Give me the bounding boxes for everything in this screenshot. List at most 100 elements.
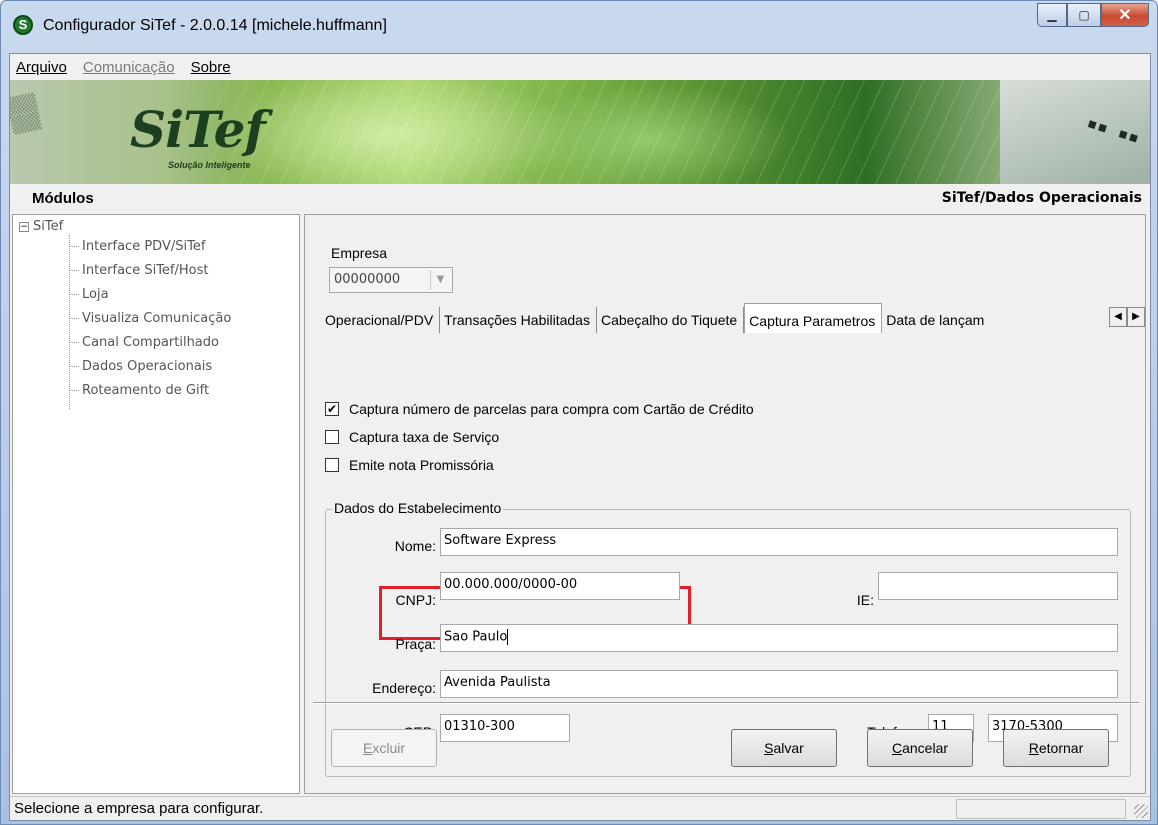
tree-item-visualiza-comunicacao[interactable]: Visualiza Comunicação xyxy=(69,311,231,326)
tree-root-sitef[interactable]: − SiTef xyxy=(19,219,63,234)
menu-comunicacao-label: Comunicação xyxy=(82,58,175,76)
checkbox-nota-promissoria[interactable]: Emite nota Promissória xyxy=(325,457,494,473)
tab-strip: Operacional/PDV Transações Habilitadas C… xyxy=(321,303,1147,335)
endereco-label: Endereço: xyxy=(372,680,436,696)
menu-sobre[interactable]: Sobre xyxy=(191,59,231,76)
cancelar-button[interactable]: Cancelar xyxy=(867,729,973,767)
status-text: Selecione a empresa para configurar. xyxy=(14,800,264,817)
tab-captura-parametros[interactable]: Captura Parametros xyxy=(744,303,883,333)
salvar-mnemonic: S xyxy=(764,740,774,756)
tree-item-interface-pdv[interactable]: Interface PDV/SiTef xyxy=(69,239,205,254)
minimize-button[interactable]: ▁ xyxy=(1037,3,1067,27)
nome-field[interactable]: Software Express xyxy=(440,528,1118,556)
text-caret xyxy=(507,629,509,645)
chevron-down-icon[interactable]: ▼ xyxy=(430,270,450,290)
title-bar[interactable]: S Configurador SiTef - 2.0.0.14 [michele… xyxy=(1,1,1157,53)
salvar-button[interactable]: Salvar xyxy=(731,729,837,767)
checkbox-captura-parcelas[interactable]: ✔ Captura número de parcelas para compra… xyxy=(325,401,754,417)
minimize-icon: ▁ xyxy=(1047,8,1057,22)
praca-field[interactable]: Sao Paulo xyxy=(440,624,1118,652)
tree-item-interface-host[interactable]: Interface SiTef/Host xyxy=(69,263,208,278)
checkbox-label: Emite nota Promissória xyxy=(349,457,494,473)
tree-item-label: Interface SiTef/Host xyxy=(82,263,209,278)
praca-value: Sao Paulo xyxy=(444,629,508,645)
excluir-mnemonic: E xyxy=(362,740,373,756)
tab-scroll-left-icon[interactable]: ◀ xyxy=(1109,307,1127,327)
tab-operacional-pdv[interactable]: Operacional/PDV xyxy=(321,307,441,333)
salvar-label: alvar xyxy=(773,740,804,756)
logo-tagline: Solução Inteligente xyxy=(168,160,251,170)
window-controls: ▁ ▢ ✕ xyxy=(1037,3,1149,27)
close-icon: ✕ xyxy=(1118,7,1132,24)
checkbox-box[interactable] xyxy=(325,458,339,472)
tree-connector xyxy=(69,246,79,247)
tree-item-label: Loja xyxy=(82,287,109,302)
status-panel xyxy=(956,799,1126,819)
endereco-field[interactable]: Avenida Paulista xyxy=(440,670,1118,698)
tree-item-roteamento-gift[interactable]: Roteamento de Gift xyxy=(69,383,209,398)
checkbox-captura-taxa[interactable]: Captura taxa de Serviço xyxy=(325,429,499,445)
empresa-select[interactable]: 00000000 ▼ xyxy=(329,267,453,293)
tab-data-lancamento[interactable]: Data de lançam xyxy=(882,307,1020,333)
tree-connector xyxy=(69,318,79,319)
tree-item-label: Canal Compartilhado xyxy=(82,335,219,350)
tab-transacoes-habilitadas[interactable]: Transações Habilitadas xyxy=(440,307,597,333)
group-title: Dados do Estabelecimento xyxy=(332,500,504,516)
sitef-logo: SiTef xyxy=(130,100,266,159)
client-area: Arquivo Comunicação Sobre ▒▒▒ ▒▒▒ SiTef S… xyxy=(9,53,1151,821)
cancelar-mnemonic: C xyxy=(891,740,903,756)
tree-item-canal-compartilhado[interactable]: Canal Compartilhado xyxy=(69,335,219,350)
tab-cabecalho-tiquete[interactable]: Cabeçalho do Tiquete xyxy=(597,307,745,333)
resize-grip-icon[interactable] xyxy=(1134,804,1148,818)
section-header: Módulos SiTef/Dados Operacionais xyxy=(10,184,1150,212)
logo-area: ▒▒▒ ▒▒▒ SiTef Solução Inteligente xyxy=(10,80,270,184)
cep-field[interactable]: 01310-300 xyxy=(440,714,570,742)
tree-item-label: Roteamento de Gift xyxy=(82,383,210,398)
tree-item-label: Dados Operacionais xyxy=(82,359,213,374)
tree-connector xyxy=(69,366,79,367)
button-separator xyxy=(313,702,1139,704)
collapse-icon[interactable]: − xyxy=(19,221,29,232)
retornar-label: etornar xyxy=(1038,740,1084,756)
tab-page-captura-parametros: ✔ Captura número de parcelas para compra… xyxy=(309,335,1139,777)
app-window: S Configurador SiTef - 2.0.0.14 [michele… xyxy=(0,0,1158,825)
tree-connector xyxy=(69,270,79,271)
tree-connector xyxy=(69,390,79,391)
checkmark-icon[interactable]: ✔ xyxy=(325,402,339,416)
credit-card-graphic: ▪▪ ▪▪ xyxy=(1000,80,1150,184)
checkbox-box[interactable] xyxy=(325,430,339,444)
cancelar-label: ancelar xyxy=(902,740,949,756)
modules-tree: − SiTef Interface PDV/SiTef Interface Si… xyxy=(12,214,300,794)
checkbox-label: Captura taxa de Serviço xyxy=(349,429,500,445)
checkbox-label: Captura número de parcelas para compra c… xyxy=(349,401,754,417)
cnpj-label: CNPJ: xyxy=(395,592,436,608)
menu-bar: Arquivo Comunicação Sobre xyxy=(10,54,1150,80)
cnpj-field[interactable]: 00.000.000/0000-00 xyxy=(440,572,680,600)
close-button[interactable]: ✕ xyxy=(1101,3,1149,27)
maximize-icon: ▢ xyxy=(1078,8,1090,22)
modules-heading: Módulos xyxy=(32,190,94,207)
app-icon[interactable]: S xyxy=(13,15,33,35)
nome-label: Nome: xyxy=(394,538,436,554)
tree-item-label: Visualiza Comunicação xyxy=(82,311,232,326)
status-bar: Selecione a empresa para configurar. xyxy=(10,796,1150,820)
tree-connector xyxy=(69,342,79,343)
tab-scroll-right-icon[interactable]: ▶ xyxy=(1127,307,1145,327)
retornar-button[interactable]: Retornar xyxy=(1003,729,1109,767)
ie-field[interactable] xyxy=(878,572,1118,600)
breadcrumb: SiTef/Dados Operacionais xyxy=(941,190,1142,206)
empresa-value: 00000000 xyxy=(334,272,401,287)
config-panel: Empresa 00000000 ▼ Operacional/PDV Trans… xyxy=(304,214,1146,794)
praca-label: Praça: xyxy=(395,636,436,652)
menu-arquivo[interactable]: Arquivo xyxy=(16,59,67,76)
menu-comunicacao[interactable]: Comunicação xyxy=(83,59,175,76)
maximize-button[interactable]: ▢ xyxy=(1067,3,1101,27)
retornar-mnemonic: R xyxy=(1028,740,1039,756)
ie-label: IE: xyxy=(856,592,874,608)
tree-connector xyxy=(69,294,79,295)
tab-scroll-buttons: ◀ ▶ xyxy=(1109,307,1145,327)
tree-item-loja[interactable]: Loja xyxy=(69,287,109,302)
excluir-button[interactable]: Excluir xyxy=(331,729,437,767)
tree-item-dados-operacionais[interactable]: Dados Operacionais xyxy=(69,359,212,374)
tree-item-label: Interface PDV/SiTef xyxy=(82,239,206,254)
